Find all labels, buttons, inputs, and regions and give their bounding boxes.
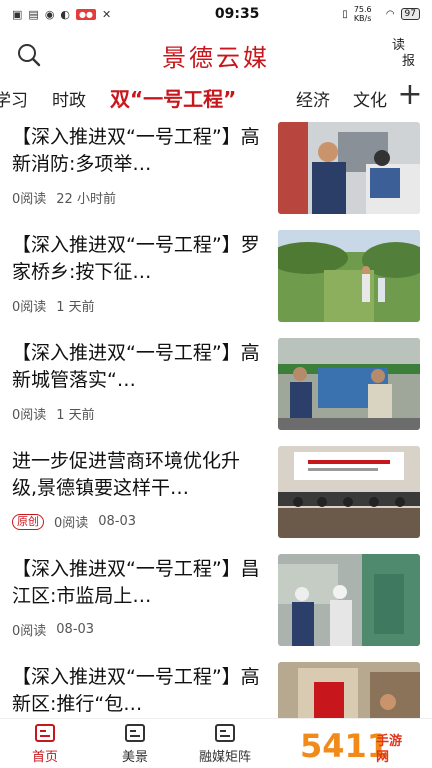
watermark-logo: 5411 手游 网 [298,725,428,765]
read-count: 0阅读 [12,408,47,423]
app-icon: ◉ [44,7,55,21]
original-badge: 原创 [12,513,44,530]
tab-politics[interactable]: 时政 [52,86,86,111]
file-icon: ▤ [28,7,39,21]
status-bar: ▣ ▤ ◉ ◐ ●● ✕ 09:35 ▯ 75.6 KB/s ◠ 97 [0,0,432,28]
news-title: 【深入推进双“一号工程”】高新城管落实“… [12,342,260,391]
news-title: 【深入推进双“一号工程”】高新区:推行“包… [12,666,260,715]
publish-time: 1 天前 [56,408,95,423]
tools-icon: ✕ [102,7,112,21]
nav-media-matrix[interactable]: 融媒矩阵 [180,719,270,768]
app-header: 景德云媒 读 报 [0,30,432,80]
wifi-icon: ◠ [385,8,395,20]
publish-time: 22 小时前 [56,192,116,207]
svg-text:网: 网 [376,750,389,765]
read-count: 0阅读 [12,624,47,639]
read-count: 0阅读 [12,300,47,315]
news-item[interactable]: 进一步促进营商环境优化升级,景德镇要这样干… 原创 0阅读 08-03 [0,442,432,550]
speaker-icon: ◐ [60,7,71,21]
tab-economy[interactable]: 经济 [296,86,330,111]
battery-level: 97 [400,8,420,20]
news-thumbnail [278,122,420,214]
news-title: 进一步促进营商环境优化升级,景德镇要这样干… [12,450,241,499]
news-item[interactable]: 【深入推进双“一号工程”】高新区:推行“包… [0,658,432,718]
channel-tabs: 学习 时政 双“一号工程” 经济 文化 + [0,80,432,118]
add-channel-button[interactable]: + [396,80,424,112]
nav-home[interactable]: 首页 [0,719,90,768]
news-thumbnail [278,662,420,718]
publish-time: 08-03 [98,514,137,529]
news-thumbnail [278,230,420,322]
read-label-2: 报 [402,54,416,69]
news-title: 【深入推进双“一号工程”】高新消防:多项举… [12,126,260,175]
svg-text:手游: 手游 [376,733,402,749]
scenery-tab-icon [125,723,145,742]
read-label-1: 读 [392,38,406,53]
news-item[interactable]: 【深入推进双“一号工程”】昌江区:市监局上… 0阅读 08-03 [0,550,432,658]
news-item[interactable]: 【深入推进双“一号工程”】高新消防:多项举… 0阅读 22 小时前 [0,118,432,226]
news-app-icon: ●● [76,8,96,20]
read-count: 0阅读 [54,516,89,531]
news-thumbnail [278,446,420,538]
home-tab-icon [35,723,55,742]
plus-icon: + [397,80,423,112]
app-title: 景德云媒 [162,44,270,72]
notification-icon: ▣ [12,7,23,21]
media-matrix-tab-icon [215,723,235,742]
read-count: 0阅读 [12,192,47,207]
news-item[interactable]: 【深入推进双“一号工程”】罗家桥乡:按下征… 0阅读 1 天前 [0,226,432,334]
news-title: 【深入推进双“一号工程”】罗家桥乡:按下征… [12,234,260,283]
news-title: 【深入推进双“一号工程”】昌江区:市监局上… [12,558,260,607]
news-list: 【深入推进双“一号工程”】高新消防:多项举… 0阅读 22 小时前 【深入推进双… [0,118,432,718]
bottom-navigation: 首页 美景 融媒矩阵 5411 手游 网 [0,718,432,768]
publish-time: 1 天前 [56,300,95,315]
nav-scenery[interactable]: 美景 [90,719,180,768]
mute-icon: ▯ [342,8,348,20]
nav-home-label: 首页 [31,749,58,765]
tab-double-no1-project[interactable]: 双“一号工程” [110,83,236,112]
tab-study[interactable]: 学习 [0,86,28,111]
clock: 09:35 [214,6,260,22]
tab-culture[interactable]: 文化 [353,86,387,111]
news-item[interactable]: 【深入推进双“一号工程”】高新城管落实“… 0阅读 1 天前 [0,334,432,442]
news-thumbnail [278,554,420,646]
nav-media-matrix-label: 融媒矩阵 [198,749,251,765]
read-newspaper-button[interactable]: 读 报 [392,38,420,72]
news-thumbnail [278,338,420,430]
network-speed: 75.6 KB/s [353,5,372,23]
nav-scenery-label: 美景 [121,749,148,765]
publish-time: 08-03 [56,622,95,637]
